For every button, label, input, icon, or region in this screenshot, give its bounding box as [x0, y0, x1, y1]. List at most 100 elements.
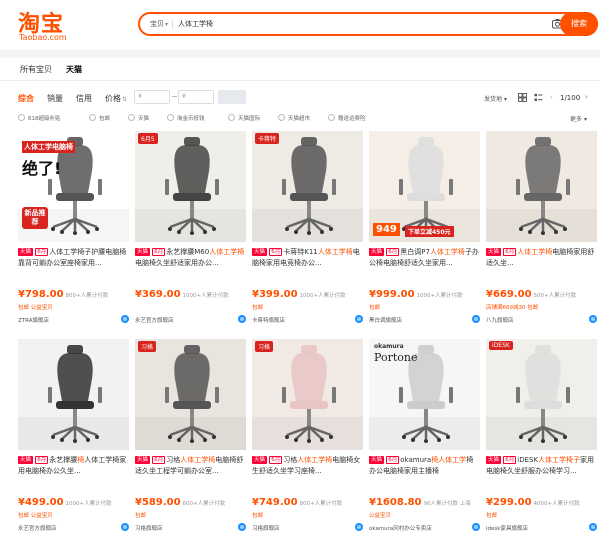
product-image[interactable]: 人体工学电脑椅 绝了! 新品推荐 — [18, 131, 129, 242]
promo-tag: 6月 — [152, 248, 166, 256]
ship-from-dropdown[interactable]: 发货地 ▾ — [484, 94, 507, 103]
shop-name[interactable]: 永艺官方旗舰店 — [18, 526, 57, 532]
wangwang-chat-icon[interactable] — [121, 523, 129, 531]
wangwang-chat-icon[interactable] — [472, 523, 480, 531]
product-price: ¥749.00 — [252, 497, 298, 508]
taobao-logo[interactable]: 淘宝 Taobao.com — [18, 6, 88, 42]
price-max-input[interactable]: ¥ — [178, 90, 214, 104]
sort-sales[interactable]: 销量 — [47, 93, 63, 104]
price-row: ¥1608.80 90人累计付款 上海 — [369, 497, 480, 509]
filter-subsidy[interactable]: 618超级补贴 — [18, 114, 61, 122]
shop-name[interactable]: idesk家具旗舰店 — [486, 526, 528, 532]
product-benefits: 店铺满669减30 包邮 — [486, 305, 539, 311]
image-brand-label: okamura — [374, 343, 404, 350]
checkbox-icon — [89, 114, 96, 121]
filters-more[interactable]: 更多 ▾ — [570, 114, 587, 123]
product-image[interactable]: 949 下单立减450元 — [369, 131, 480, 242]
product-image[interactable] — [18, 339, 129, 450]
wangwang-chat-icon[interactable] — [589, 523, 597, 531]
product-image[interactable]: 6月5 — [135, 131, 246, 242]
product-card[interactable]: 6月5 天猫 6月 永艺撑腰M60人体工学椅电脑椅久坐舒适家用办公... ¥369.0… — [135, 131, 246, 329]
product-image[interactable]: iDESK — [486, 339, 597, 450]
sort-price[interactable]: 价格⇅ — [105, 93, 127, 104]
shop-name[interactable]: 习格旗舰店 — [135, 526, 163, 532]
shop-name[interactable]: 卡蒋特旗舰店 — [252, 318, 285, 324]
shop-row: idesk家具旗舰店 — [486, 523, 597, 533]
shop-name[interactable]: 习格旗舰店 — [252, 526, 280, 532]
filter-shipping-insurance[interactable]: 赠送运费险 — [328, 114, 366, 122]
product-card[interactable]: 天猫 6月 永艺撑腰椅人体工学椅家用电脑椅办公久坐... ¥499.00 1000+人… — [18, 339, 129, 537]
product-benefits: 包邮 — [135, 513, 147, 519]
grid-view-icon[interactable] — [518, 93, 527, 102]
product-title[interactable]: 天猫 6月 卡蒋特K11人体工学椅电脑椅家用电竞椅办公... — [252, 247, 363, 271]
wangwang-chat-icon[interactable] — [238, 523, 246, 531]
product-title[interactable]: 天猫 6月 习格人体工学椅电脑椅舒适久坐工程学可躺办公室... — [135, 455, 246, 479]
checkbox-icon — [18, 114, 25, 121]
sort-credit[interactable]: 信用 — [76, 93, 92, 104]
product-card[interactable]: iDESK 天猫 6月 iDESK人体工学椅子家用电脑椅久坐舒服办公椅学习... ¥2… — [486, 339, 597, 537]
tmall-tag: 天猫 — [252, 456, 268, 464]
product-title[interactable]: 天猫 6月 永艺撑腰椅人体工学椅家用电脑椅办公久坐... — [18, 455, 129, 479]
sort-comprehensive[interactable]: 综合 — [18, 93, 34, 104]
product-image[interactable]: 习格 — [252, 339, 363, 450]
product-title[interactable]: 天猫 6月 人体工学椅电脑椅家用舒适久坐... — [486, 247, 597, 271]
search-scope-dropdown[interactable]: 宝贝▾ — [146, 17, 172, 31]
title-keyword: 人体工学椅 — [517, 248, 553, 256]
product-title[interactable]: 天猫 6月 人体工学椅子护腰电脑椅靠背可躺办公室座椅家用... — [18, 247, 129, 271]
shop-name[interactable]: 永艺官方旗舰店 — [135, 318, 174, 324]
product-title[interactable]: 天猫 6月 永艺撑腰M60人体工学椅电脑椅久坐舒适家用办公... — [135, 247, 246, 271]
wangwang-chat-icon[interactable] — [238, 315, 246, 323]
product-title[interactable]: 天猫 6月 okamura椅人体工学椅办公电脑椅家用主播椅 — [369, 455, 480, 479]
sales-count: 500+人累计付款 — [533, 293, 577, 299]
product-card[interactable]: 天猫 6月 人体工学椅电脑椅家用舒适久坐... ¥669.00 500+人累计付款 店铺… — [486, 131, 597, 329]
product-price: ¥589.00 — [135, 497, 181, 508]
product-title[interactable]: 天猫 6月 iDESK人体工学椅子家用电脑椅久坐舒服办公椅学习... — [486, 455, 597, 479]
checkbox-icon — [167, 114, 174, 121]
wangwang-chat-icon[interactable] — [589, 315, 597, 323]
product-title[interactable]: 天猫 6月 习格人体工学椅电脑椅女生舒适久坐学习座椅... — [252, 455, 363, 479]
product-image[interactable]: 卡蒋特 — [252, 131, 363, 242]
wangwang-chat-icon[interactable] — [121, 315, 129, 323]
product-image[interactable]: okamura Portone — [369, 339, 480, 450]
list-view-icon[interactable] — [534, 93, 543, 102]
product-price: ¥1608.80 — [369, 497, 422, 508]
product-benefits: 包邮 — [252, 305, 264, 311]
product-card[interactable]: 习格 天猫 6月 习格人体工学椅电脑椅女生舒适久坐学习座椅... ¥749.00 800… — [252, 339, 363, 537]
product-card[interactable]: 人体工学电脑椅 绝了! 新品推荐天猫 6月 人体工学椅子护腰电脑椅靠背可躺办公室座椅家… — [18, 131, 129, 329]
sort-bar: 综合 销量 信用 价格⇅ ¥ ¥ 发货地 ▾ ‹ 1/100 › — [0, 86, 600, 108]
page-next-icon[interactable]: › — [585, 93, 588, 101]
price-row: ¥798.00 800+人累计付款 — [18, 289, 129, 301]
filter-tmall-global[interactable]: 天猫国际 — [228, 114, 260, 122]
price-confirm-button[interactable] — [218, 90, 246, 104]
image-badge: 习格 — [255, 341, 274, 352]
filter-free-shipping[interactable]: 包邮 — [89, 114, 110, 122]
product-image[interactable] — [486, 131, 597, 242]
product-card[interactable]: 习格 天猫 6月 习格人体工学椅电脑椅舒适久坐工程学可躺办公室... ¥589.00 6… — [135, 339, 246, 537]
shop-name[interactable]: ZTRA旗舰店 — [18, 318, 49, 324]
price-min-input[interactable]: ¥ — [134, 90, 170, 104]
product-card[interactable]: 卡蒋特 天猫 6月 卡蒋特K11人体工学椅电脑椅家用电竞椅办公... ¥399.00 1… — [252, 131, 363, 329]
chair-illustration — [135, 345, 246, 450]
product-card[interactable]: 949 下单立减450元天猫 6月 黑白调P7人体工学椅子办公椅电脑椅舒适久坐家用.… — [369, 131, 480, 329]
shop-name[interactable]: 八九旗舰店 — [486, 318, 514, 324]
wangwang-chat-icon[interactable] — [355, 523, 363, 531]
filter-tmall-supermarket[interactable]: 天猫超市 — [278, 114, 310, 122]
product-card[interactable]: okamura Portone 天猫 6月 okamura椅人体工学椅办公电脑椅家用主… — [369, 339, 480, 537]
filter-tmall[interactable]: 天猫 — [128, 114, 149, 122]
search-button[interactable]: 搜索 — [560, 12, 598, 36]
shop-name[interactable]: okamura冈村办公专卖店 — [369, 526, 432, 532]
wangwang-chat-icon[interactable] — [472, 315, 480, 323]
shop-row: 习格旗舰店 — [252, 523, 363, 533]
page-prev-icon[interactable]: ‹ — [550, 93, 553, 101]
wangwang-chat-icon[interactable] — [355, 315, 363, 323]
filter-gold-coins[interactable]: 淘金币抵钱 — [167, 114, 205, 122]
shop-name[interactable]: 黑白调旗舰店 — [369, 318, 402, 324]
product-image[interactable]: 习格 — [135, 339, 246, 450]
tab-tmall[interactable]: 天猫 — [66, 64, 82, 75]
tab-all-items[interactable]: 所有宝贝 — [20, 64, 52, 75]
tmall-tag: 天猫 — [369, 456, 385, 464]
search-input[interactable]: 人体工学椅 — [178, 19, 213, 29]
price-row: ¥369.00 1000+人累计付款 — [135, 289, 246, 301]
search-divider — [172, 20, 173, 29]
product-title[interactable]: 天猫 6月 黑白调P7人体工学椅子办公椅电脑椅舒适久坐家用... — [369, 247, 480, 271]
